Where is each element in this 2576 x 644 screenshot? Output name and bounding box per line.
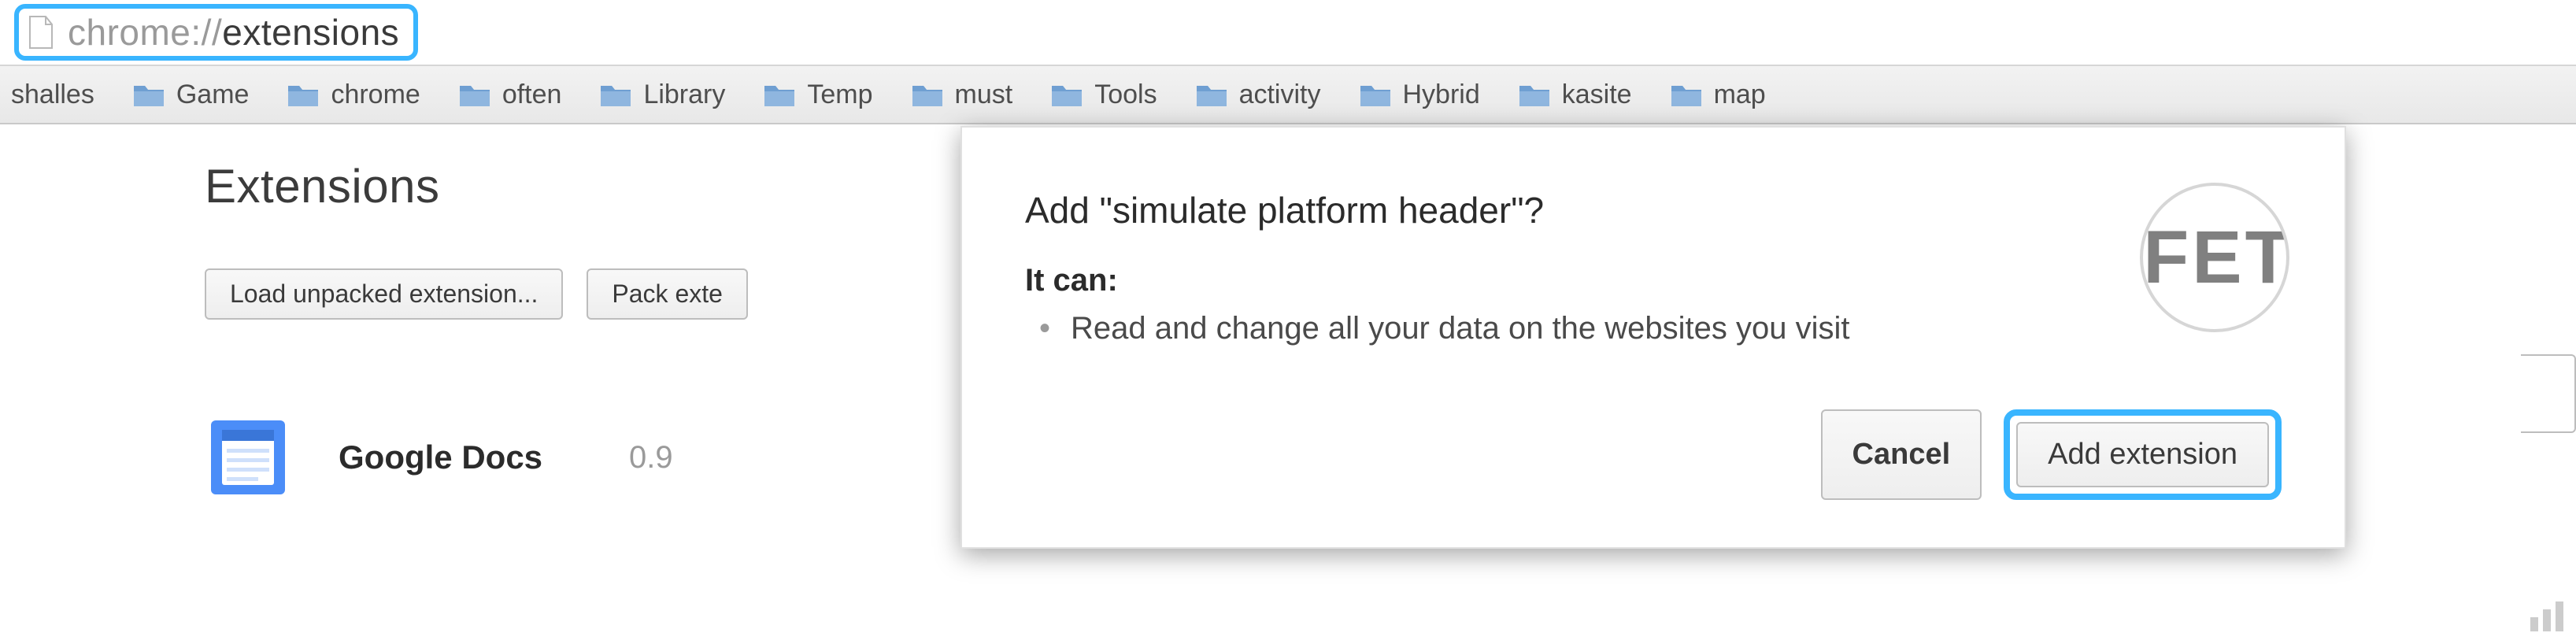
- pack-extension-button[interactable]: Pack exte: [587, 268, 748, 320]
- dialog-icon-text: FET: [2143, 215, 2289, 301]
- bookmark-item[interactable]: Tools: [1034, 75, 1172, 115]
- bookmark-label: Temp: [807, 80, 872, 110]
- dialog-permission-item: Read and change all your data on the web…: [1039, 311, 2282, 346]
- bookmark-item[interactable]: Library: [583, 75, 741, 115]
- bookmark-item[interactable]: chrome: [271, 75, 435, 115]
- confirm-highlight: Add extension: [2004, 409, 2282, 500]
- folder-icon: [1359, 81, 1392, 108]
- folder-icon: [1050, 81, 1083, 108]
- add-extension-button[interactable]: Add extension: [2016, 422, 2269, 487]
- bookmark-item[interactable]: must: [895, 75, 1029, 115]
- bookmark-label: often: [502, 80, 562, 110]
- url-protocol: chrome://: [68, 12, 222, 53]
- folder-icon: [1195, 81, 1228, 108]
- extension-version: 0.9: [629, 440, 673, 476]
- bookmarks-bar: shalles Game chrome often Library Temp must Too…: [0, 65, 2576, 124]
- address-highlight: chrome://extensions: [14, 4, 418, 61]
- cancel-button[interactable]: Cancel: [1821, 409, 1982, 500]
- bookmark-item[interactable]: activity: [1179, 75, 1337, 115]
- extension-app-icon: [205, 414, 291, 501]
- bookmark-item[interactable]: shalles: [3, 75, 110, 115]
- bookmark-item[interactable]: map: [1654, 75, 1782, 115]
- bookmark-item[interactable]: Hybrid: [1343, 75, 1496, 115]
- bookmark-label: must: [955, 80, 1013, 110]
- bookmark-label: Game: [176, 80, 250, 110]
- url-path: extensions: [222, 12, 399, 53]
- folder-icon: [911, 81, 944, 108]
- dialog-actions: Cancel Add extension: [1025, 409, 2282, 500]
- cutoff-button-edge[interactable]: [2521, 354, 2576, 433]
- folder-icon: [458, 81, 491, 108]
- bookmark-label: Tools: [1094, 80, 1157, 110]
- folder-icon: [287, 81, 320, 108]
- bookmark-label: kasite: [1562, 80, 1632, 110]
- bookmark-item[interactable]: Game: [117, 75, 265, 115]
- bookmark-item[interactable]: often: [442, 75, 578, 115]
- page-icon: [27, 15, 55, 50]
- bookmark-item[interactable]: kasite: [1502, 75, 1648, 115]
- bookmark-label: chrome: [331, 80, 420, 110]
- dialog-permissions-list: Read and change all your data on the web…: [1025, 311, 2282, 346]
- url-text[interactable]: chrome://extensions: [68, 11, 399, 54]
- folder-icon: [763, 81, 796, 108]
- bookmark-label: map: [1714, 80, 1766, 110]
- install-dialog: FET Add "simulate platform header"? It c…: [960, 126, 2346, 549]
- bookmark-item[interactable]: Temp: [747, 75, 888, 115]
- dialog-title: Add "simulate platform header"?: [1025, 189, 2282, 231]
- dialog-subtitle: It can:: [1025, 263, 2282, 298]
- bookmark-label: activity: [1239, 80, 1321, 110]
- folder-icon: [132, 81, 165, 108]
- extension-name: Google Docs: [339, 439, 542, 476]
- folder-icon: [1670, 81, 1703, 108]
- load-unpacked-button[interactable]: Load unpacked extension...: [205, 268, 563, 320]
- bookmark-label: Library: [643, 80, 725, 110]
- address-bar: chrome://extensions: [0, 0, 2576, 65]
- bookmark-label: Hybrid: [1403, 80, 1480, 110]
- folder-icon: [1518, 81, 1551, 108]
- dialog-extension-icon: FET: [2140, 183, 2289, 332]
- folder-icon: [599, 81, 632, 108]
- cutoff-corner-icon: [2524, 590, 2571, 638]
- bookmark-label: shalles: [11, 80, 94, 110]
